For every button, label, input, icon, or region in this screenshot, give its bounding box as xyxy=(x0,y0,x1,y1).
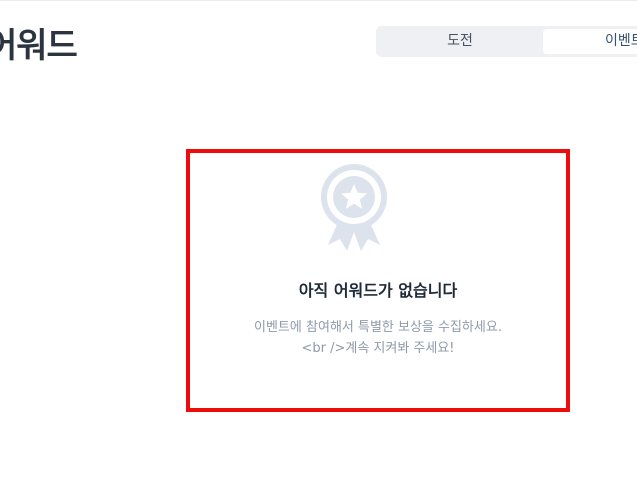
tab-challenge[interactable]: 도전 xyxy=(379,29,541,54)
page-title: 어워드 xyxy=(0,26,78,66)
award-tabs: 도전 이벤트 xyxy=(376,26,637,57)
tab-event[interactable]: 이벤트 xyxy=(543,29,637,54)
empty-state-description-line-2: <br />계속 지켜봐 주세요! xyxy=(301,341,455,356)
top-divider xyxy=(0,0,637,1)
medal-ribbon-icon xyxy=(321,164,387,251)
empty-state-description-line-1: 이벤트에 참여해서 특별한 보상을 수집하세요. xyxy=(254,320,502,335)
empty-state-title: 아직 어워드가 없습니다 xyxy=(298,281,458,300)
empty-state-description: 이벤트에 참여해서 특별한 보상을 수집하세요. <br />계속 지켜봐 주세… xyxy=(190,317,566,359)
empty-state-card: 아직 어워드가 없습니다 이벤트에 참여해서 특별한 보상을 수집하세요. <b… xyxy=(186,149,570,412)
